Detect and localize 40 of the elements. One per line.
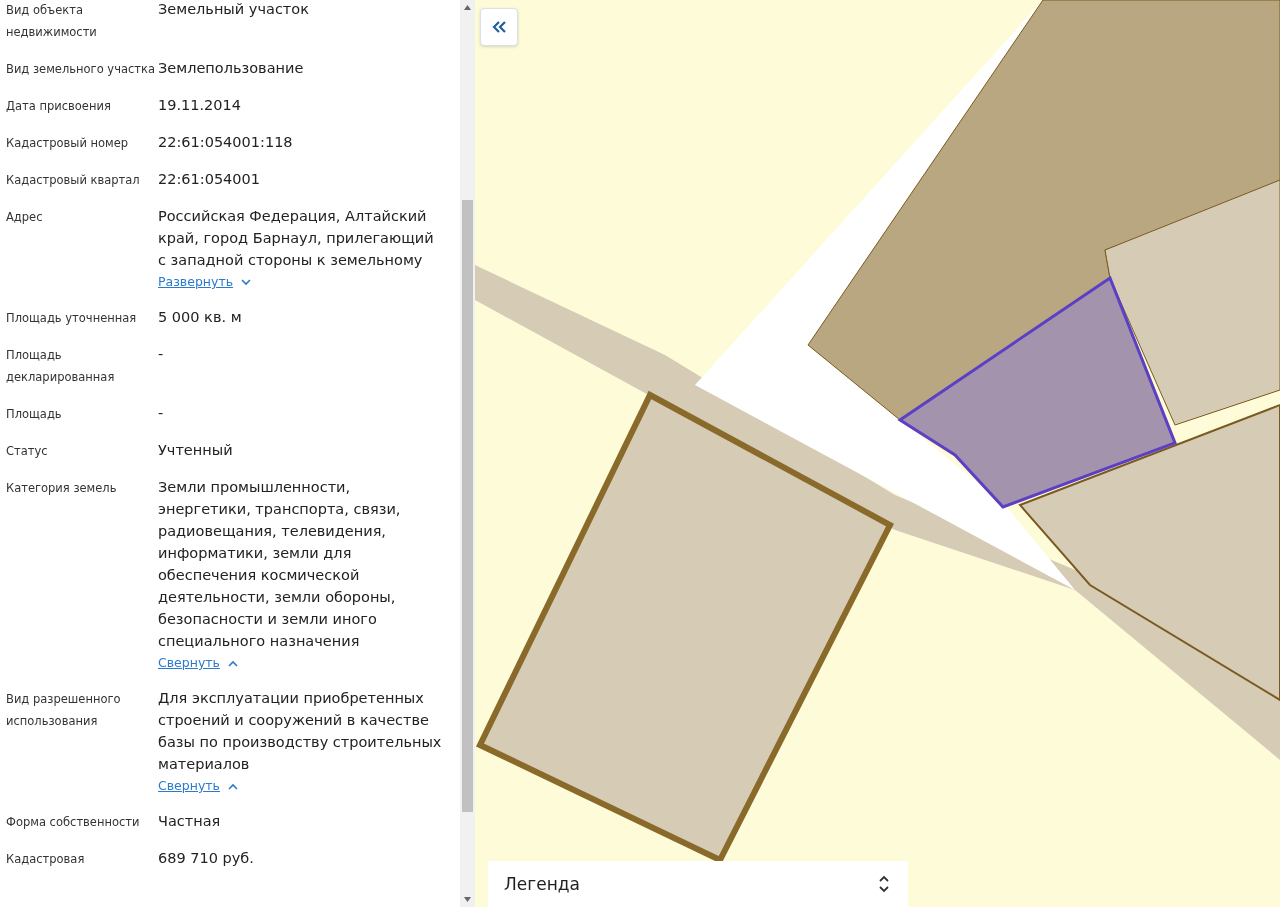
field-value: 19.11.2014	[158, 96, 243, 115]
legend-label: Легенда	[504, 874, 580, 894]
field-value: Для эксплуатации приобретенных строений и сооружений в качестве базы по производству строительных материалов	[158, 689, 443, 774]
chevron-icon	[241, 278, 252, 286]
field-value: Учтенный	[158, 441, 234, 460]
field-label: Вид разрешенного использования	[6, 691, 122, 730]
chevron-icon	[227, 659, 238, 667]
field-value: 22:61:054001:118	[158, 133, 294, 152]
field-value: 22:61:054001	[158, 170, 262, 189]
field-value: 5 000 кв. м	[158, 308, 243, 327]
field-label: Статус	[6, 443, 49, 460]
field-label: Вид земельного участка	[6, 61, 156, 78]
field-label: Вид объекта недвижимости	[6, 2, 98, 41]
field-value: Земли промышленности, энергетики, транспорта, связи, радиовещания, телевидения, информатики, земли для обеспечения космической деятельности, земли обороны, безопасности и земли иного специального назначения	[158, 478, 402, 651]
field-label: Адрес	[6, 209, 44, 226]
field-value: Российская Федерация, Алтайский край, город Барнаул, прилегающий с западной стороны к земельному	[158, 207, 435, 270]
scrollbar[interactable]	[460, 0, 475, 907]
field-value: -	[158, 404, 165, 423]
field-label: Категория земель	[6, 480, 118, 497]
double-chevron-left-icon	[491, 20, 507, 34]
collapse-link[interactable]: Свернуть	[158, 776, 238, 796]
collapse-panel-button[interactable]	[480, 8, 518, 46]
field-value: -	[158, 345, 165, 364]
field-label: Кадастровая	[6, 851, 86, 868]
collapse-link[interactable]: Свернуть	[158, 653, 238, 673]
legend-dropdown[interactable]: Легенда	[488, 861, 908, 907]
field-label: Кадастровый квартал	[6, 172, 141, 189]
field-label: Площадь уточненная	[6, 310, 138, 327]
field-label: Дата присвоения	[6, 98, 112, 115]
field-label: Кадастровый номер	[6, 135, 130, 152]
field-label: Форма собственности	[6, 814, 141, 831]
chevron-icon	[227, 782, 238, 790]
field-label: Площадь	[6, 406, 63, 423]
field-label: Площадь декларированная	[6, 347, 116, 386]
field-value: Землепользование	[158, 59, 305, 78]
expand-link[interactable]: Развернуть	[158, 272, 252, 292]
field-value: 689 710 руб.	[158, 849, 255, 868]
field-value: Земельный участок	[158, 0, 310, 19]
field-value: Частная	[158, 812, 222, 831]
up-down-chevron-icon	[878, 874, 890, 894]
